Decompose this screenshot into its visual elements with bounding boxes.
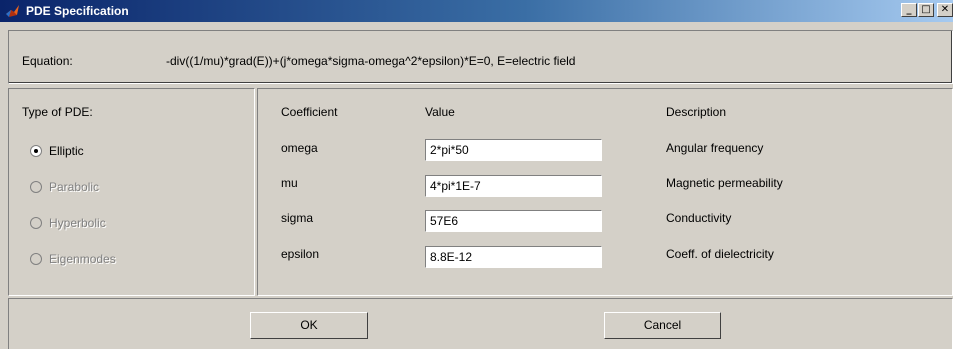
button-panel [8, 298, 953, 349]
column-header-value: Value [425, 105, 455, 119]
column-header-coefficient: Coefficient [281, 105, 338, 119]
radio-unselected-icon[interactable] [30, 217, 42, 229]
coefficient-description-mu: Magnetic permeability [666, 176, 783, 190]
coefficient-description-epsilon: Coeff. of dielectricity [666, 247, 774, 261]
coefficient-description-sigma: Conductivity [666, 211, 732, 225]
ok-button[interactable]: OK [250, 312, 368, 339]
radio-selected-icon[interactable] [30, 145, 42, 157]
radio-elliptic[interactable]: Elliptic [30, 143, 84, 159]
coefficient-name-omega: omega [281, 141, 318, 155]
radio-unselected-icon[interactable] [30, 181, 42, 193]
radio-hyperbolic[interactable]: Hyperbolic [30, 215, 106, 231]
radio-eigenmodes[interactable]: Eigenmodes [30, 251, 116, 267]
coefficient-description-omega: Angular frequency [666, 141, 764, 155]
pde-type-label: Type of PDE: [22, 105, 93, 119]
column-header-description: Description [666, 105, 727, 119]
epsilon-value-field[interactable] [425, 246, 602, 268]
radio-label-hyperbolic: Hyperbolic [49, 216, 106, 230]
coefficient-name-sigma: sigma [281, 211, 314, 225]
coefficient-name-epsilon: epsilon [281, 247, 320, 261]
radio-label-parabolic: Parabolic [49, 180, 100, 194]
equation-text: -div((1/mu)*grad(E))+(j*omega*sigma-omeg… [166, 54, 576, 68]
radio-label-eigenmodes: Eigenmodes [49, 252, 116, 266]
close-button[interactable]: ✕ [937, 3, 953, 17]
radio-unselected-icon[interactable] [30, 253, 42, 265]
sigma-value-field[interactable] [425, 210, 602, 232]
coefficients-panel [257, 88, 953, 296]
omega-value-field[interactable] [425, 139, 602, 161]
cancel-button[interactable]: Cancel [604, 312, 721, 339]
radio-parabolic[interactable]: Parabolic [30, 179, 99, 195]
equation-label: Equation: [22, 54, 73, 68]
mu-value-field[interactable] [425, 175, 602, 197]
matlab-logo-icon [6, 5, 19, 17]
window-title: PDE Specification [26, 4, 129, 18]
coefficient-name-mu: mu [281, 176, 298, 190]
radio-label-elliptic: Elliptic [49, 144, 84, 158]
title-bar[interactable]: PDE Specification _ □ ✕ [0, 0, 953, 22]
minimize-button[interactable]: _ [901, 3, 917, 17]
maximize-button[interactable]: □ [918, 3, 934, 17]
